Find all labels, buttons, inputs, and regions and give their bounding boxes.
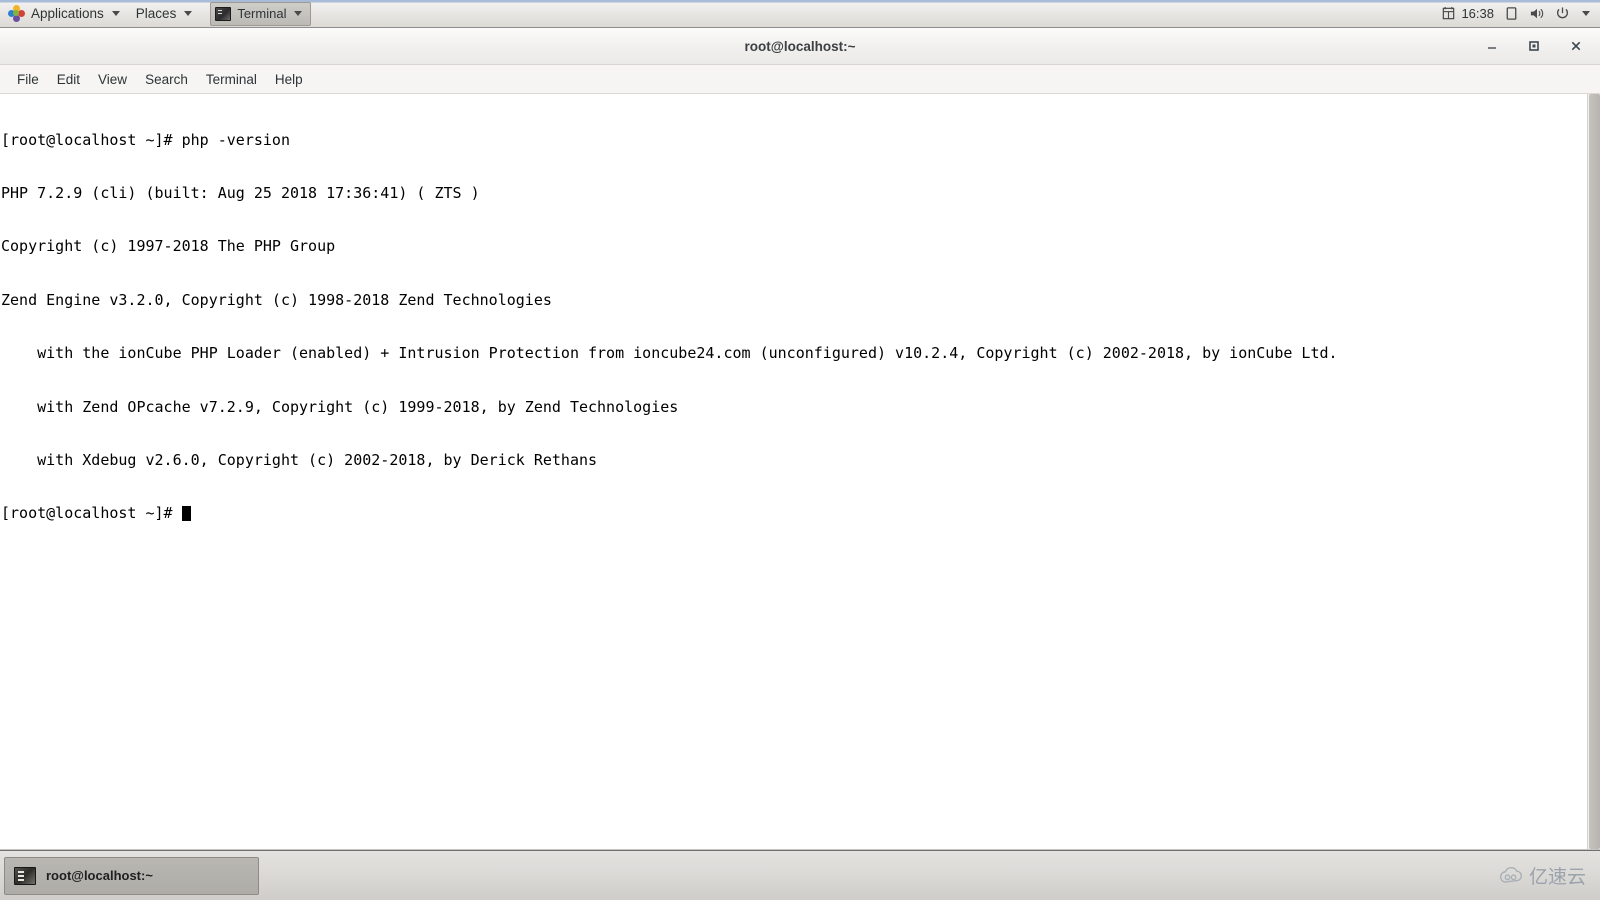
menu-item-terminal[interactable]: Terminal [197, 69, 266, 90]
places-menu[interactable]: Places [128, 1, 201, 27]
panel-window-task-terminal[interactable]: Terminal [210, 1, 312, 26]
watermark: 亿速云 [1498, 862, 1600, 889]
chevron-down-icon[interactable] [1582, 11, 1590, 16]
menubar: File Edit View Search Terminal Help [0, 65, 1600, 94]
display-icon[interactable] [1504, 6, 1519, 21]
top-panel: Applications Places Terminal 16:38 [0, 0, 1600, 28]
chevron-down-icon [294, 11, 303, 16]
taskbar-item-label: root@localhost:~ [46, 868, 153, 883]
terminal-window: root@localhost:~ File Edit View Search T… [0, 28, 1600, 850]
watermark-text: 亿速云 [1528, 867, 1586, 888]
taskbar-item-terminal[interactable]: root@localhost:~ [4, 856, 259, 895]
panel-window-task-label: Terminal [237, 6, 287, 21]
terminal-prompt: [root@localhost ~]# [1, 504, 182, 523]
terminal-line: with Xdebug v2.6.0, Copyright (c) 2002-2… [1, 450, 598, 469]
terminal-icon [14, 866, 36, 885]
applications-menu[interactable]: Applications [0, 1, 128, 27]
maximize-button[interactable] [1526, 38, 1542, 54]
applications-pinwheel-icon [8, 5, 25, 22]
bottom-panel: root@localhost:~ 亿速云 [0, 850, 1600, 900]
menu-item-help[interactable]: Help [266, 69, 312, 90]
calendar-icon [1443, 6, 1455, 20]
places-menu-label: Places [135, 6, 177, 21]
terminal-output[interactable]: [root@localhost ~]# php -version PHP 7.2… [0, 94, 1587, 849]
block-cursor-icon [181, 506, 191, 522]
menu-item-file[interactable]: File [8, 69, 48, 90]
terminal-icon [215, 6, 232, 21]
terminal-line: with Zend OPcache v7.2.9, Copyright (c) … [1, 397, 679, 416]
terminal-line: Copyright (c) 1997-2018 The PHP Group [1, 237, 336, 256]
minimize-icon [1488, 47, 1496, 49]
menu-item-search[interactable]: Search [136, 69, 197, 90]
applications-menu-label: Applications [31, 6, 104, 21]
close-icon [1571, 41, 1581, 51]
clock-label: 16:38 [1461, 6, 1494, 21]
menu-item-edit[interactable]: Edit [48, 69, 89, 90]
cloud-logo-icon [1499, 866, 1522, 883]
speaker-icon[interactable] [1529, 6, 1545, 21]
maximize-icon [1529, 41, 1539, 51]
window-title: root@localhost:~ [744, 38, 856, 54]
terminal-prompt-line: [root@localhost ~]# [1, 504, 1587, 523]
terminal-line: with the ionCube PHP Loader (enabled) + … [1, 344, 1338, 363]
chevron-down-icon [184, 11, 193, 16]
terminal-line: [root@localhost ~]# php -version [1, 130, 290, 149]
chevron-down-icon [111, 11, 120, 16]
window-controls [1484, 38, 1600, 54]
terminal-line: Zend Engine v3.2.0, Copyright (c) 1998-2… [1, 290, 552, 309]
system-tray: 16:38 [1441, 1, 1600, 27]
menu-item-view[interactable]: View [89, 69, 136, 90]
terminal-line: PHP 7.2.9 (cli) (built: Aug 25 2018 17:3… [1, 183, 480, 202]
terminal-scrollbar[interactable] [1587, 94, 1600, 849]
terminal-area: [root@localhost ~]# php -version PHP 7.2… [0, 94, 1600, 850]
clock-area[interactable]: 16:38 [1441, 6, 1494, 21]
close-button[interactable] [1568, 38, 1584, 54]
window-titlebar[interactable]: root@localhost:~ [0, 28, 1600, 65]
terminal-scrollbar-thumb[interactable] [1589, 94, 1600, 849]
minimize-button[interactable] [1484, 38, 1500, 54]
power-icon[interactable] [1555, 6, 1570, 21]
